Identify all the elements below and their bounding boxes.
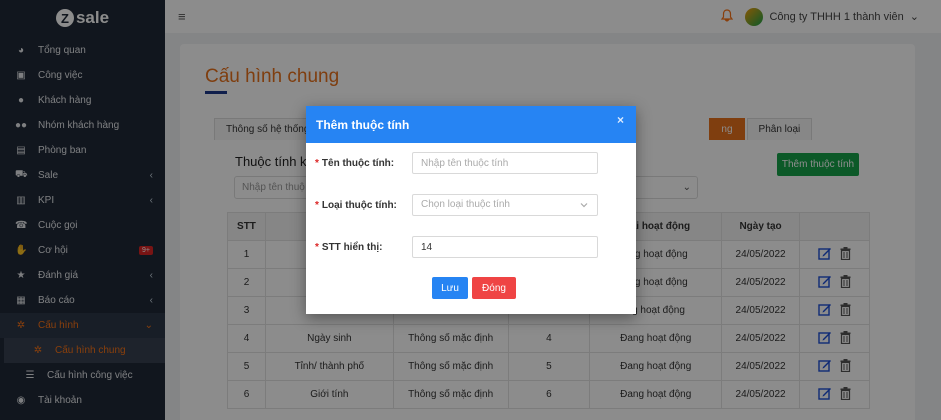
add-attribute-modal: Thêm thuộc tính × *Tên thuộc tính: *Loại… xyxy=(306,106,636,314)
type-select-placeholder: Chọn loại thuộc tính xyxy=(421,199,510,210)
close-button[interactable]: Đóng xyxy=(472,277,516,299)
display-order-input[interactable] xyxy=(412,236,598,258)
name-label-text: Tên thuộc tính: xyxy=(321,157,395,169)
name-label: * Tên thuộc tính: xyxy=(315,158,412,169)
attribute-type-select[interactable]: Chọn loại thuộc tính xyxy=(412,194,598,216)
modal-title: Thêm thuộc tính xyxy=(316,117,410,132)
type-label-text: Loại thuộc tính: xyxy=(321,199,397,211)
modal-header: Thêm thuộc tính × xyxy=(306,106,636,143)
required-mark: * xyxy=(315,241,319,253)
chevron-down-icon xyxy=(579,198,589,218)
order-label-text: STT hiển thị: xyxy=(321,241,383,253)
type-label: * Loại thuộc tính: xyxy=(315,200,412,211)
save-button[interactable]: Lưu xyxy=(432,277,468,299)
form-row-type: * Loại thuộc tính: Chọn loại thuộc tính xyxy=(315,194,598,216)
form-row-order: * STT hiển thị: xyxy=(315,236,598,258)
order-label: * STT hiển thị: xyxy=(315,242,412,253)
required-mark: * xyxy=(315,199,319,211)
required-mark: * xyxy=(315,157,319,169)
attribute-name-input[interactable] xyxy=(412,152,598,174)
close-icon[interactable]: × xyxy=(617,113,624,127)
form-row-name: * Tên thuộc tính: xyxy=(315,152,598,174)
